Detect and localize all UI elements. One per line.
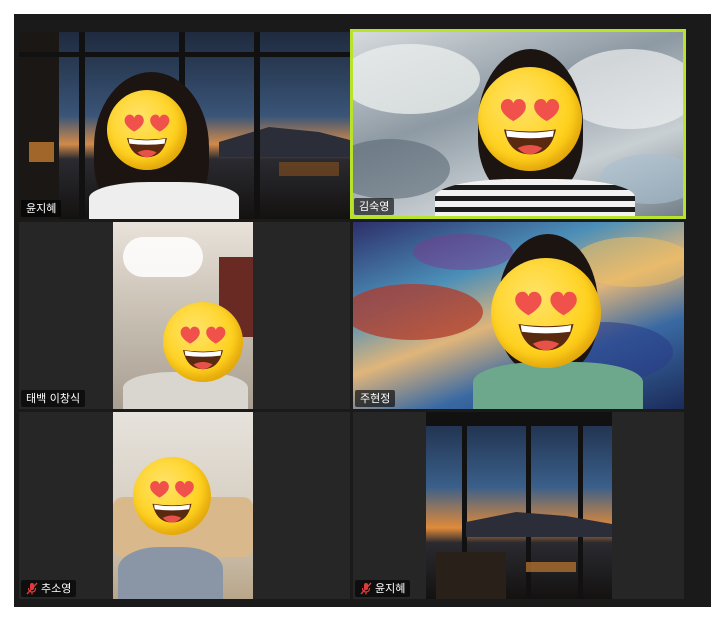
video-tile-participant-1[interactable]: 윤지혜 bbox=[19, 32, 350, 219]
video-tile-participant-2[interactable]: 김숙영 bbox=[350, 29, 686, 219]
participant-name: 윤지혜 bbox=[375, 582, 406, 595]
video-feed bbox=[426, 412, 612, 599]
participant-name: 추소영 bbox=[41, 582, 72, 595]
video-gallery: 윤지혜 김숙영 태백 이창식 주현정 추소영 윤지혜 bbox=[0, 0, 723, 617]
video-feed bbox=[19, 32, 350, 219]
participant-name: 윤지혜 bbox=[26, 202, 57, 215]
participant-name-label: 태백 이창식 bbox=[21, 390, 86, 407]
video-feed bbox=[113, 412, 253, 599]
heart-eyes-emoji-icon bbox=[107, 90, 187, 170]
participant-name-label: 추소영 bbox=[21, 580, 77, 597]
microphone-muted-icon bbox=[26, 582, 38, 595]
video-tile-participant-6[interactable]: 윤지혜 bbox=[353, 412, 684, 599]
participant-shirt bbox=[118, 547, 223, 599]
participant-name-label: 윤지혜 bbox=[21, 200, 62, 217]
participant-name: 태백 이창식 bbox=[26, 392, 81, 405]
participant-name: 김숙영 bbox=[359, 200, 390, 213]
microphone-muted-icon bbox=[360, 582, 372, 595]
ceiling-light bbox=[123, 237, 203, 277]
heart-eyes-emoji-icon bbox=[478, 67, 582, 171]
window-background bbox=[426, 412, 612, 599]
video-feed bbox=[350, 29, 686, 219]
participant-shirt bbox=[89, 182, 239, 219]
participant-name: 주현정 bbox=[360, 392, 391, 405]
participant-shirt bbox=[473, 362, 643, 409]
participant-name-label: 윤지혜 bbox=[355, 580, 411, 597]
video-tile-participant-3[interactable]: 태백 이창식 bbox=[19, 222, 350, 409]
heart-eyes-emoji-icon bbox=[133, 457, 211, 535]
video-feed bbox=[353, 222, 684, 409]
video-tile-participant-5[interactable]: 추소영 bbox=[19, 412, 350, 599]
participant-name-label: 김숙영 bbox=[354, 198, 395, 215]
video-tile-participant-4[interactable]: 주현정 bbox=[353, 222, 684, 409]
heart-eyes-emoji-icon bbox=[491, 258, 601, 368]
video-feed bbox=[113, 222, 253, 409]
heart-eyes-emoji-icon bbox=[163, 302, 243, 382]
participant-shirt bbox=[435, 179, 635, 219]
gallery-frame: 윤지혜 김숙영 태백 이창식 주현정 추소영 윤지혜 bbox=[14, 14, 711, 607]
participant-name-label: 주현정 bbox=[355, 390, 396, 407]
